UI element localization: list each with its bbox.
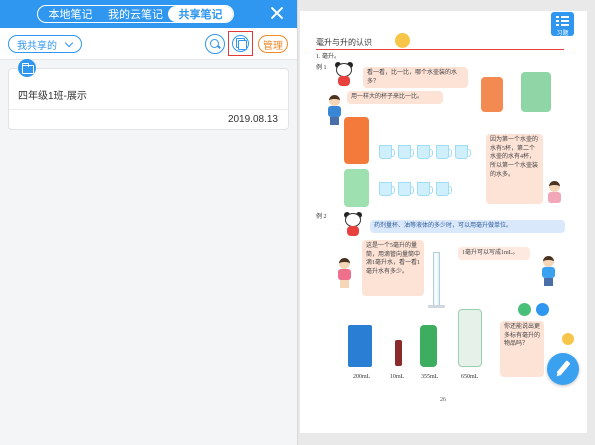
note-date: 2019.08.13	[227, 114, 278, 125]
panda-figure	[342, 212, 364, 237]
product-label: 650mL	[461, 374, 479, 380]
cup	[379, 182, 395, 196]
cylinder-base	[428, 305, 445, 308]
section-label: 1. 毫升。	[316, 54, 341, 60]
cup	[455, 145, 471, 159]
measuring-cylinder	[433, 252, 440, 307]
green-kettle	[344, 169, 369, 207]
lotion-bottle-image	[458, 309, 482, 367]
note-card[interactable]: 四年级1班-展示 2019.08.13	[8, 68, 289, 130]
title-divider	[316, 49, 564, 50]
divider	[9, 109, 288, 110]
exercise-label: 习题	[556, 31, 569, 37]
hint-bubble: 用一样大的杯子来比一比。	[347, 91, 443, 104]
game-icon[interactable]	[518, 303, 531, 316]
example2-label: 例 2	[316, 214, 327, 220]
boy-figure	[324, 95, 344, 125]
cup	[436, 145, 452, 159]
example1-label: 例 1	[316, 65, 327, 71]
soda-can-image	[420, 325, 437, 367]
panel-header: 本地笔记 我的云笔记 共享笔记	[0, 0, 297, 28]
share-filter-label: 我共享的	[17, 40, 57, 52]
medicine-vial-image	[395, 340, 402, 366]
product-label: 355mL	[421, 374, 439, 380]
tab-cloud-notes[interactable]: 我的云笔记	[103, 6, 168, 22]
book-icon[interactable]	[536, 303, 549, 316]
orange-kettle-small	[481, 77, 503, 112]
notes-toolbar: 我共享的 管理	[0, 28, 297, 60]
girl-figure	[544, 181, 564, 211]
question-bubble: 看一看，比一比，哪个水壶装的水多？	[363, 67, 468, 89]
measuring-bubble: 这是一个5毫升的量筒，用滴管向量筒中滴1毫升水，看一看1毫升水有多少。	[362, 240, 424, 296]
definition-bubble: 药剂量杯、油等液体的多少时，可以用毫升做单位。	[370, 220, 565, 233]
tab-local-notes[interactable]: 本地笔记	[38, 6, 103, 22]
cup	[398, 182, 414, 196]
close-icon[interactable]	[269, 5, 285, 21]
lesson-audio-icon[interactable]	[395, 33, 410, 48]
cup	[436, 182, 452, 196]
note-title: 四年级1班-展示	[18, 91, 87, 102]
scrollbar-track	[588, 0, 595, 445]
note-source-tabs: 本地笔记 我的云笔记 共享笔记	[37, 5, 234, 23]
copy-button-highlight[interactable]	[228, 31, 253, 56]
cup	[417, 182, 433, 196]
green-kettle-small	[521, 72, 551, 112]
tab-shared-notes[interactable]: 共享笔记	[168, 6, 233, 22]
search-icon[interactable]	[205, 34, 225, 54]
question-bubble-2: 你还能说出更多标有毫升的物品吗？	[500, 321, 544, 377]
cup	[417, 145, 433, 159]
product-label: 10mL	[390, 374, 405, 380]
manage-button[interactable]: 管理	[258, 35, 288, 53]
panda-figure	[333, 62, 355, 87]
cup	[398, 145, 414, 159]
note-marker-icon[interactable]	[562, 333, 574, 345]
pen-icon[interactable]	[547, 353, 579, 385]
unit-bubble: 1毫升可以写成1mL。	[458, 247, 530, 260]
orange-kettle	[344, 117, 369, 164]
product-label: 200mL	[353, 374, 371, 380]
textbook-page: 习题 毫升与升的认识 1. 毫升。 例 1 看一看，比一比，哪个水壶装的水多？ …	[300, 11, 587, 433]
cup	[379, 145, 395, 159]
share-filter-dropdown[interactable]: 我共享的	[8, 35, 82, 53]
lesson-title: 毫升与升的认识	[316, 38, 372, 47]
copy-icon	[232, 35, 249, 52]
girl-figure	[334, 258, 354, 288]
boy-figure	[538, 256, 558, 286]
shared-notes-panel: 本地笔记 我的云笔记 共享笔记 我共享的 管理 四年级1班-展示 2019.08…	[0, 0, 298, 445]
milk-bag-image	[348, 325, 372, 367]
page-number: 26	[440, 397, 446, 403]
answer-bubble: 因为第一个水壶的水有5杯，第二个水壶的水有4杯，所以第一个水壶装的水多。	[486, 134, 543, 204]
folder-icon	[18, 59, 36, 77]
chevron-down-icon	[64, 38, 74, 48]
